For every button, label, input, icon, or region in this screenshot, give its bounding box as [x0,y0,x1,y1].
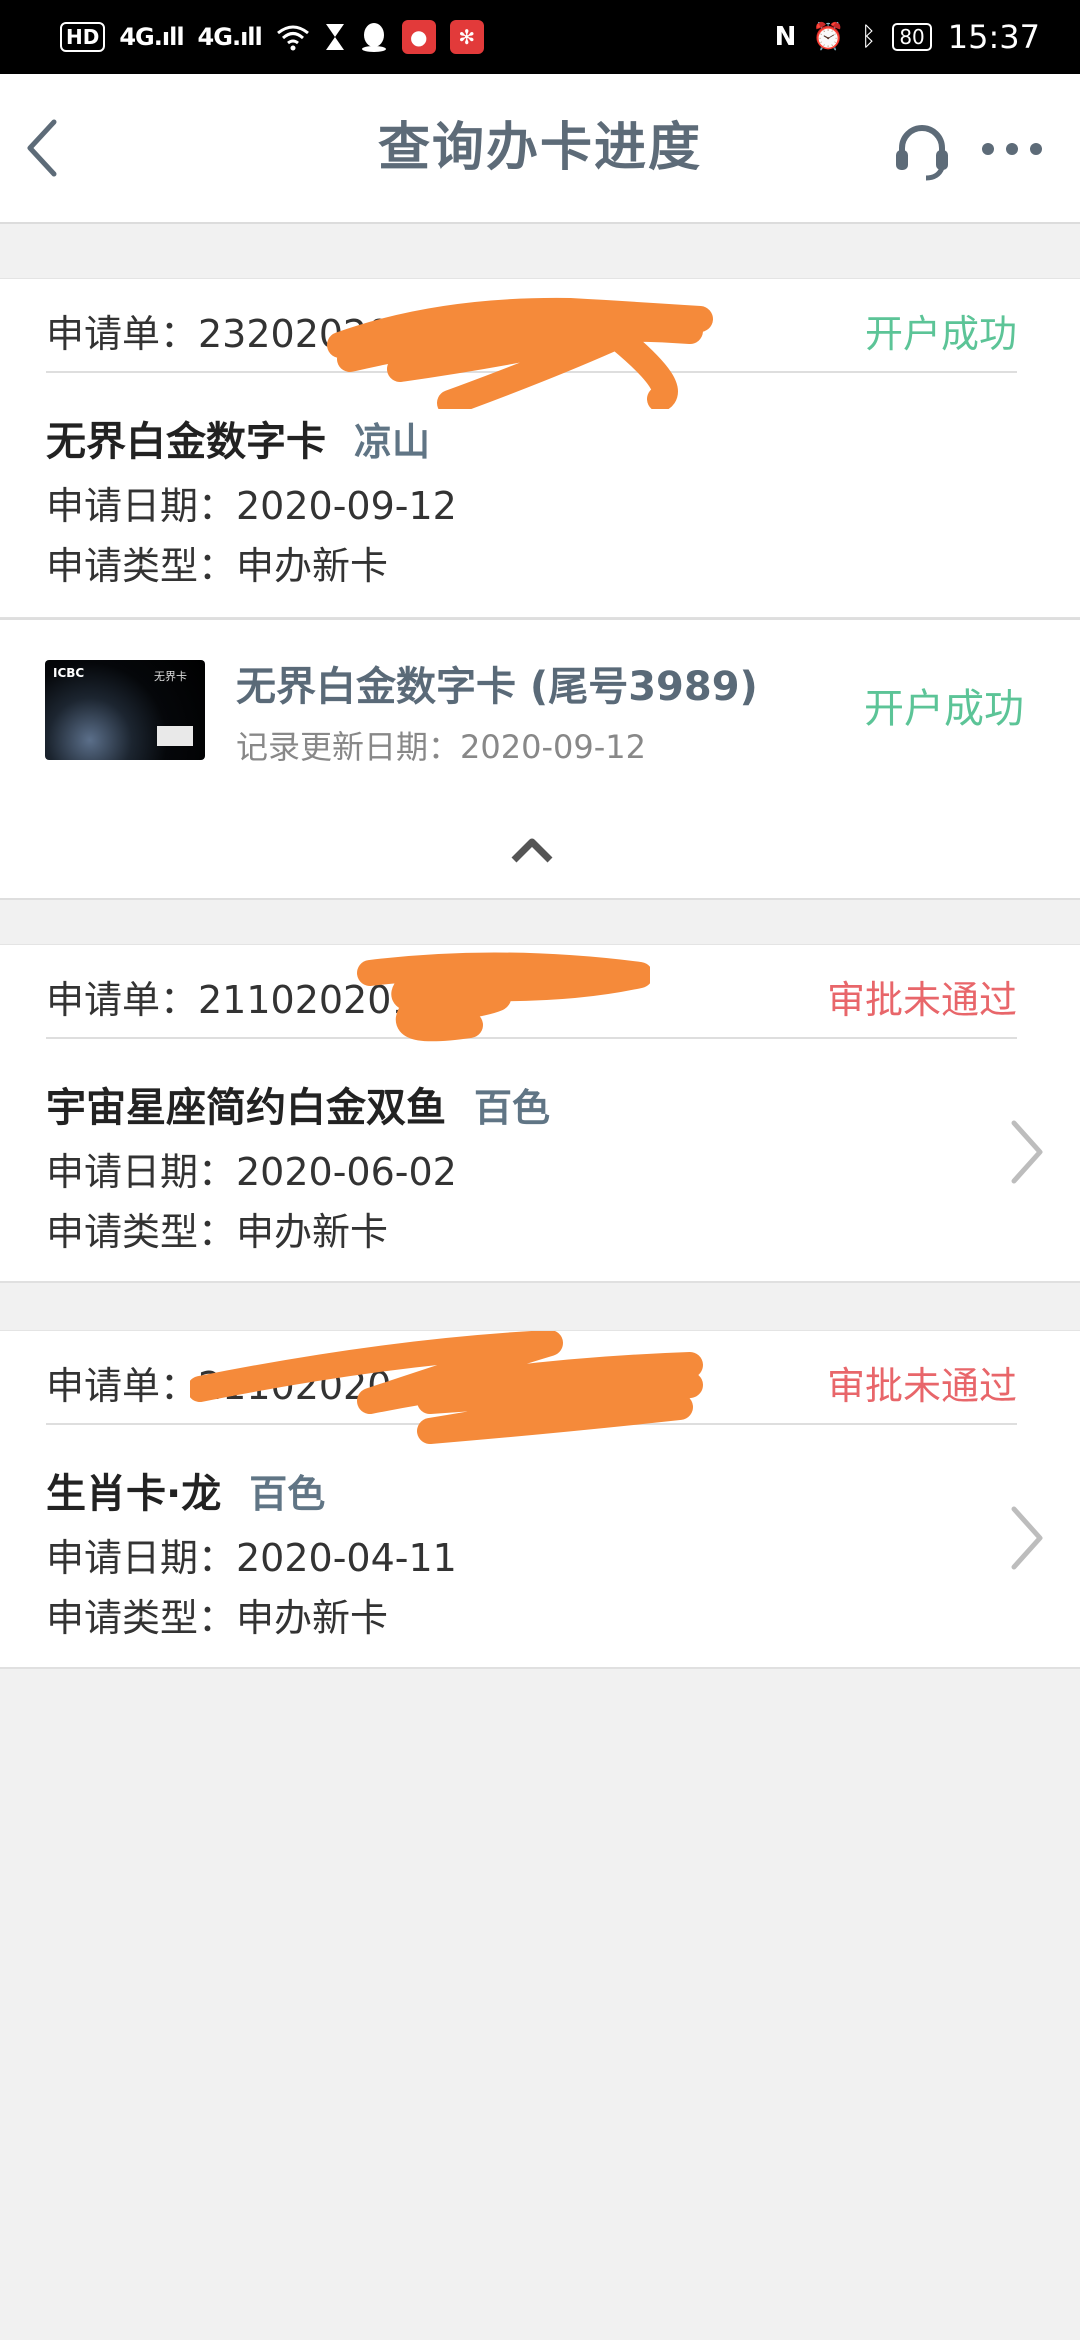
application-status: 审批未通过 [826,1364,1017,1408]
card-region: 凉山 [354,420,431,464]
record-update-date: 记录更新日期：2020-09-12 [236,728,646,766]
card-region: 百色 [474,1086,551,1130]
card-name-text: 生肖卡·龙 [46,1471,222,1517]
card-product-name: 无界白金数字卡 凉山 [46,409,430,467]
nfc-icon: N [774,22,797,52]
application-type: 申请类型：申办新卡 [46,544,389,588]
alarm-icon: ⏰ [812,22,845,52]
application-type: 申请类型：申办新卡 [46,1210,389,1254]
hd-badge: HD [60,22,106,52]
card-chip [157,726,193,746]
application-number: 申请单：21102020 [46,1364,392,1408]
application-card-1[interactable]: 申请单：232020200 901 开户成功 无界白金数字卡 凉山 申请日期：20… [0,278,1080,619]
chevron-up-icon [511,838,553,863]
signal-icon-2: 4G.ıll [197,23,263,51]
signal-icon: 4G.ıll [119,23,184,51]
application-number: 申请单：232020200 901 [46,312,501,356]
chevron-right-icon [1011,1120,1043,1184]
thumbnail-card-name: 无界卡 [154,670,187,683]
qq-icon [361,23,386,52]
status-bar: HD 4G.ıll 4G.ıll ● ✻ N ⏰ ᛒ 80 15:37 [0,0,1080,74]
app-notification-icon-2: ✻ [449,20,484,54]
card-thumbnail: ICBC 无界卡 [45,660,205,760]
application-card-header: 申请单：232020200 901 开户成功 [46,279,1017,373]
card-region: 百色 [249,1472,326,1516]
application-card-header: 申请单：211020201 7 审批未通过 [46,945,1017,1039]
application-type: 申请类型：申办新卡 [46,1596,389,1640]
more-options-icon[interactable] [980,134,1044,164]
card-name-text: 无界白金数字卡 [46,419,326,465]
application-card-header: 申请单：21102020 审批未通过 [46,1331,1017,1425]
hourglass-icon [325,24,344,50]
application-date: 申请日期：2020-06-02 [46,1150,457,1194]
application-status: 开户成功 [864,312,1017,356]
card-name-text: 宇宙星座简约白金双鱼 [46,1085,446,1131]
customer-service-icon[interactable] [890,120,954,184]
card-product-name: 生肖卡·龙 百色 [46,1461,325,1519]
bluetooth-icon: ᛒ [860,22,877,52]
application-card-2[interactable]: 申请单：211020201 7 审批未通过 宇宙星座简约白金双鱼 百色 申请日期：… [0,944,1080,1283]
issued-card-row[interactable]: ICBC 无界卡 无界白金数字卡 (尾号3989) 记录更新日期：2020-09… [0,618,1080,806]
application-card-3[interactable]: 申请单：21102020 审批未通过 生肖卡·龙 百色 申请日期：2020-04-… [0,1330,1080,1669]
issued-card-title: 无界白金数字卡 (尾号3989) [236,664,758,710]
application-number: 申请单：211020201 7 [46,978,452,1022]
application-status: 审批未通过 [826,978,1017,1022]
app-header: 查询办卡进度 [0,74,1080,224]
application-date: 申请日期：2020-09-12 [46,484,457,528]
application-date: 申请日期：2020-04-11 [46,1536,457,1580]
battery-indicator: 80 [892,23,932,51]
clock: 15:37 [947,18,1040,56]
wifi-icon [276,25,309,51]
collapse-toggle[interactable] [0,804,1080,900]
card-product-name: 宇宙星座简约白金双鱼 百色 [46,1075,550,1133]
bank-logo: ICBC [53,666,85,680]
app-notification-icon: ● [401,20,436,54]
chevron-right-icon [1011,1506,1043,1570]
issued-card-status: 开户成功 [864,686,1024,732]
